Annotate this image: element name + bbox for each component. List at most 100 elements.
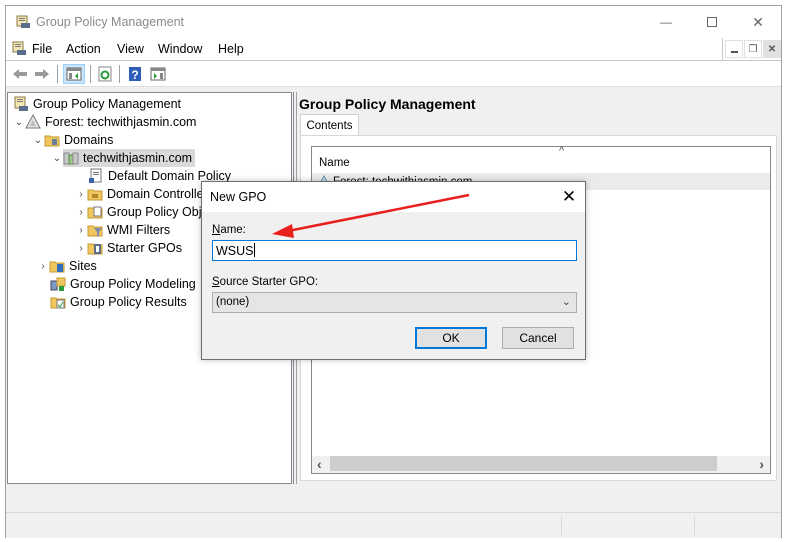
- wmi-folder-icon: [87, 225, 103, 237]
- mdi-minimize-icon: [730, 51, 738, 53]
- new-gpo-dialog: New GPO ✕ Name: WSUS Source Starter GPO:…: [201, 181, 586, 360]
- tree-item-label: Group Policy Modeling: [70, 277, 196, 291]
- tree-item-label: Starter GPOs: [107, 241, 183, 255]
- ok-button[interactable]: OK: [415, 327, 487, 349]
- sites-folder-icon: [49, 261, 65, 273]
- maximize-icon: [707, 17, 717, 27]
- refresh-button[interactable]: [95, 64, 115, 84]
- refresh-icon: [98, 66, 112, 82]
- ou-folder-icon: [87, 189, 103, 201]
- source-starter-gpo-select[interactable]: (none) ⌄: [212, 292, 577, 313]
- menu-file[interactable]: File: [32, 42, 52, 56]
- domain-icon: [63, 152, 79, 165]
- show-hide-action-pane-button[interactable]: [148, 64, 168, 84]
- chevron-right-icon[interactable]: ›: [75, 243, 87, 254]
- gpm-app-icon: [16, 15, 30, 28]
- chevron-down-icon: ⌄: [561, 296, 571, 308]
- window-title: Group Policy Management: [36, 15, 184, 29]
- status-divider: [561, 516, 562, 535]
- gpo-name-input[interactable]: WSUS: [212, 240, 577, 261]
- help-button[interactable]: ?: [125, 64, 145, 84]
- dialog-close-button[interactable]: ✕: [553, 182, 585, 212]
- tree-item-gpm-root[interactable]: Group Policy Management: [13, 95, 181, 113]
- minimize-button[interactable]: —: [643, 6, 689, 38]
- toolbar-separator: [90, 65, 91, 83]
- help-icon: ?: [129, 67, 141, 82]
- modeling-icon: [50, 277, 66, 291]
- tree-item-wmi-filters[interactable]: › WMI Filters: [75, 221, 170, 239]
- chevron-down-icon[interactable]: ⌄: [51, 153, 63, 164]
- menu-window[interactable]: Window: [158, 42, 202, 56]
- status-divider: [694, 516, 695, 535]
- list-header: Name ^: [312, 145, 770, 171]
- tree-item-domain-techwithjasmin[interactable]: ⌄ techwithjasmin.com: [51, 149, 196, 167]
- show-hide-action-pane-icon: [150, 67, 166, 81]
- menubar-divider: [722, 38, 723, 60]
- tree-item-label: WMI Filters: [107, 223, 171, 237]
- svg-text:?: ?: [131, 68, 138, 82]
- toolbar-separator: [57, 65, 58, 83]
- selected-highlight: techwithjasmin.com: [63, 149, 196, 167]
- tree-item-label: techwithjasmin.com: [83, 151, 193, 165]
- chevron-down-icon[interactable]: ⌄: [13, 117, 25, 128]
- chevron-right-icon[interactable]: ›: [75, 207, 87, 218]
- scroll-left-icon[interactable]: ‹: [317, 456, 322, 472]
- maximize-button[interactable]: [689, 6, 735, 38]
- back-icon: [13, 69, 27, 79]
- chevron-right-icon[interactable]: ›: [37, 261, 49, 272]
- mdi-close-icon: ✕: [767, 43, 777, 55]
- tree-item-gp-modeling[interactable]: Group Policy Modeling: [50, 275, 196, 293]
- chevron-down-icon[interactable]: ⌄: [32, 135, 44, 146]
- tree-item-label: Group Policy Results: [70, 295, 187, 309]
- source-label-rest: ource Starter GPO:: [219, 276, 319, 288]
- gpo-link-icon: [89, 168, 102, 183]
- tree-item-domain-controllers[interactable]: › Domain Controllers: [75, 185, 214, 203]
- gpo-folder-icon: [87, 206, 103, 219]
- column-header-name[interactable]: Name: [319, 157, 350, 169]
- menu-action[interactable]: Action: [66, 42, 101, 56]
- tree-item-label: Group Policy Management: [33, 97, 181, 111]
- gpo-name-value: WSUS: [216, 244, 254, 258]
- mdi-restore-button[interactable]: ❐: [744, 40, 762, 58]
- mdi-close-button[interactable]: ✕: [763, 40, 781, 58]
- tree-item-domains[interactable]: ⌄ Domains: [32, 131, 114, 149]
- mdi-minimize-button[interactable]: [725, 40, 743, 58]
- starter-folder-icon: [87, 243, 103, 255]
- back-button[interactable]: [10, 64, 30, 84]
- tree-item-forest[interactable]: ⌄ Forest: techwithjasmin.com: [13, 113, 196, 131]
- tree-item-starter-gpos[interactable]: › Starter GPOs: [75, 239, 182, 257]
- close-icon: ✕: [752, 13, 764, 30]
- forest-icon: [25, 114, 41, 129]
- forward-icon: [35, 69, 49, 79]
- chevron-right-icon[interactable]: ›: [75, 189, 87, 200]
- menu-help[interactable]: Help: [218, 42, 244, 56]
- tab-contents[interactable]: Contents: [300, 114, 359, 136]
- domains-folder-icon: [44, 135, 60, 147]
- scroll-right-icon[interactable]: ›: [759, 456, 764, 472]
- tree-item-sites[interactable]: › Sites: [37, 257, 96, 275]
- menu-view[interactable]: View: [117, 42, 144, 56]
- menu-bar: File Action View Window Help ❐ ✕: [6, 38, 781, 60]
- source-label-accelerator: S: [212, 276, 220, 288]
- title-bar: Group Policy Management — ✕: [6, 6, 781, 38]
- chevron-right-icon[interactable]: ›: [75, 225, 87, 236]
- name-label-rest: ame:: [220, 224, 246, 236]
- name-label: Name:: [212, 224, 246, 236]
- tree-item-gp-results[interactable]: Group Policy Results: [50, 293, 187, 311]
- sort-ascending-icon: ^: [559, 145, 565, 157]
- tree-item-label: Forest: techwithjasmin.com: [45, 115, 197, 129]
- gpm-icon: [14, 96, 28, 111]
- mdi-system-menu-icon[interactable]: [11, 41, 27, 56]
- toolbar-separator: [119, 65, 120, 83]
- show-hide-console-tree-icon: [66, 67, 82, 81]
- tree-item-label: Domain Controllers: [107, 187, 214, 201]
- show-hide-console-tree-button[interactable]: [63, 64, 85, 84]
- cancel-button[interactable]: Cancel: [502, 327, 574, 349]
- close-button[interactable]: ✕: [735, 6, 781, 38]
- forward-button[interactable]: [32, 64, 52, 84]
- dialog-title: New GPO: [210, 190, 267, 204]
- mdi-restore-icon: ❐: [748, 43, 758, 55]
- scrollbar-thumb[interactable]: [330, 456, 717, 471]
- tree-item-label: Domains: [64, 133, 114, 147]
- horizontal-scrollbar[interactable]: ‹ ›: [312, 456, 770, 473]
